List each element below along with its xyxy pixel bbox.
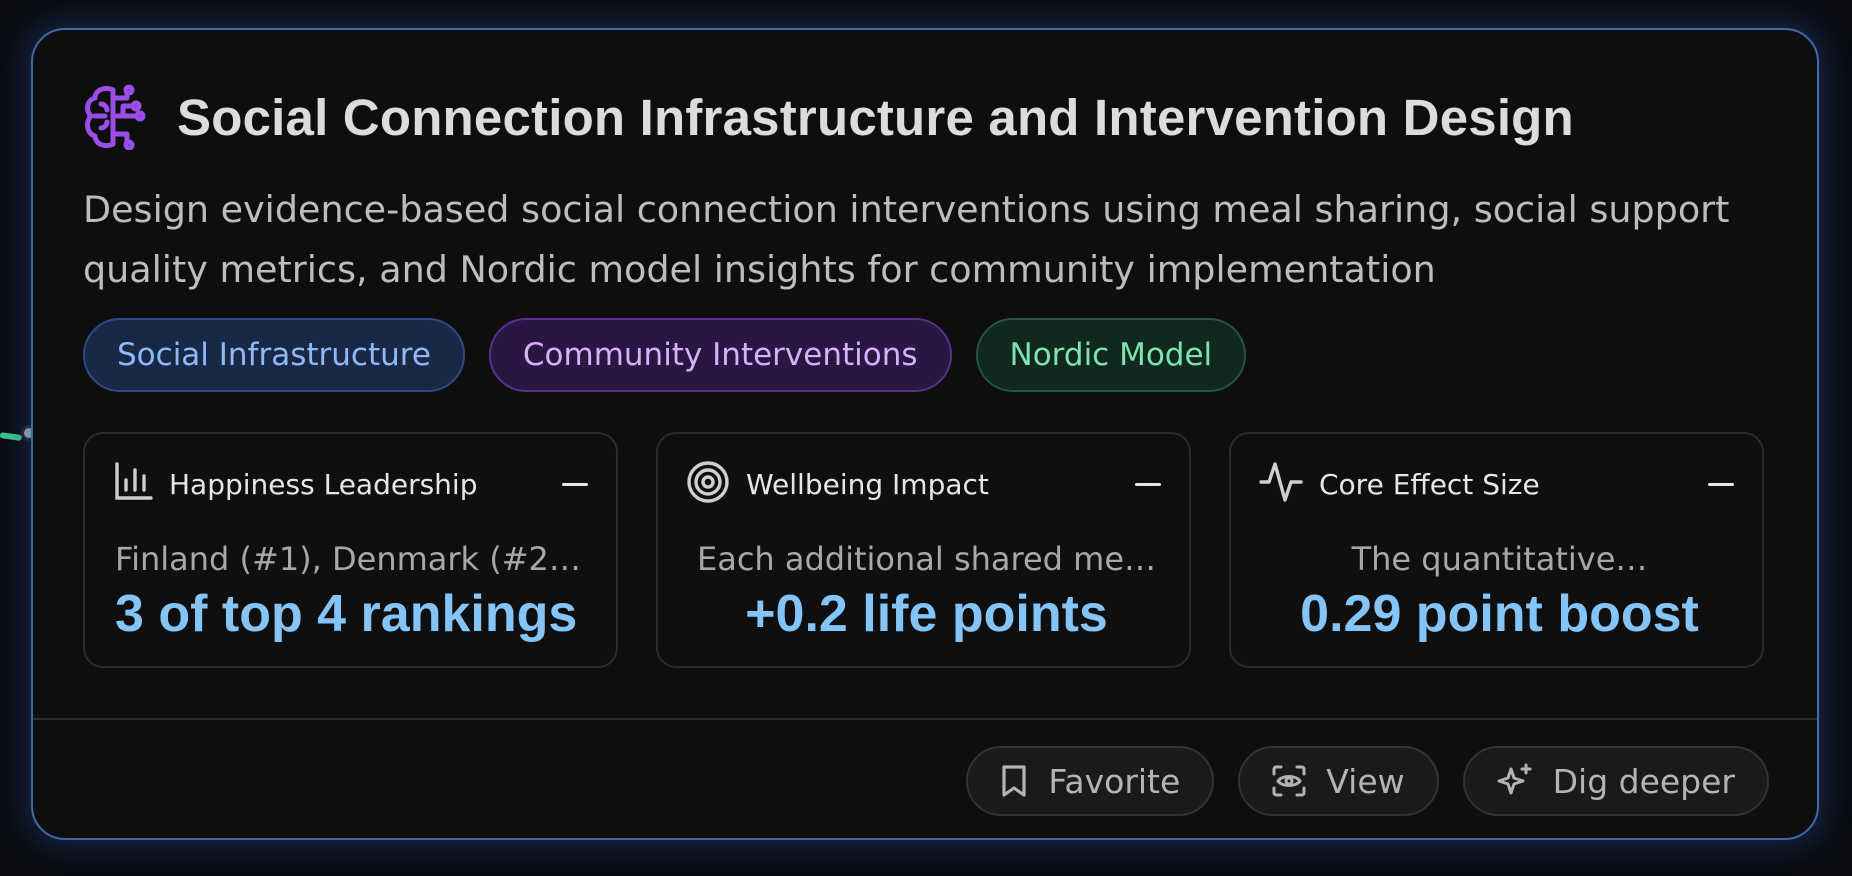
- brain-circuit-icon: [83, 84, 147, 150]
- tag-community-interventions[interactable]: Community Interventions: [488, 318, 952, 392]
- footer-divider: [33, 718, 1817, 720]
- card-description: Design evidence-based social connection …: [83, 188, 1730, 291]
- collapse-icon[interactable]: [562, 482, 588, 486]
- metric-subtitle: Finland (#1), Denmark (#2…: [115, 540, 581, 578]
- metric-core-effect-size[interactable]: Core Effect Size The quantitative… 0.29 …: [1229, 432, 1764, 668]
- favorite-label: Favorite: [1048, 761, 1181, 801]
- metric-value: 3 of top 4 rankings: [115, 585, 578, 643]
- metric-header: Core Effect Size: [1259, 462, 1734, 506]
- tag-social-infrastructure[interactable]: Social Infrastructure: [83, 318, 465, 392]
- metric-happiness-leadership[interactable]: Happiness Leadership Finland (#1), Denma…: [83, 432, 618, 668]
- collapse-icon[interactable]: [1135, 482, 1161, 486]
- eye-scan-icon: [1272, 765, 1306, 797]
- metric-header: Happiness Leadership: [113, 462, 588, 506]
- bookmark-icon: [1000, 764, 1028, 798]
- favorite-button[interactable]: Favorite: [966, 746, 1215, 816]
- action-bar: Favorite View Dig deeper: [966, 746, 1769, 816]
- metric-label: Happiness Leadership: [169, 467, 478, 501]
- metric-label: Core Effect Size: [1319, 467, 1540, 501]
- card-title: Social Connection Infrastructure and Int…: [177, 88, 1574, 146]
- card-header: Social Connection Infrastructure and Int…: [83, 84, 1574, 150]
- metric-value: 0.29 point boost: [1300, 585, 1699, 643]
- view-label: View: [1326, 761, 1405, 801]
- metric-value: +0.2 life points: [745, 585, 1108, 643]
- metric-subtitle: The quantitative…: [1351, 540, 1648, 578]
- insight-card: Social Connection Infrastructure and Int…: [31, 28, 1819, 840]
- metric-list: Happiness Leadership Finland (#1), Denma…: [83, 432, 1764, 668]
- activity-icon: [1259, 460, 1303, 508]
- metric-subtitle: Each additional shared me…: [696, 540, 1156, 578]
- dig-deeper-label: Dig deeper: [1552, 761, 1735, 801]
- bar-chart-icon: [113, 462, 153, 506]
- target-icon: [686, 460, 730, 508]
- tag-nordic-model[interactable]: Nordic Model: [975, 318, 1247, 392]
- view-button[interactable]: View: [1238, 746, 1439, 816]
- metric-wellbeing-impact[interactable]: Wellbeing Impact Each additional shared …: [656, 432, 1191, 668]
- sparkles-icon: [1497, 763, 1533, 799]
- collapse-icon[interactable]: [1708, 482, 1734, 486]
- metric-label: Wellbeing Impact: [746, 467, 989, 501]
- metric-header: Wellbeing Impact: [686, 460, 1161, 508]
- tag-list: Social Infrastructure Community Interven…: [83, 318, 1247, 392]
- dig-deeper-button[interactable]: Dig deeper: [1462, 746, 1769, 816]
